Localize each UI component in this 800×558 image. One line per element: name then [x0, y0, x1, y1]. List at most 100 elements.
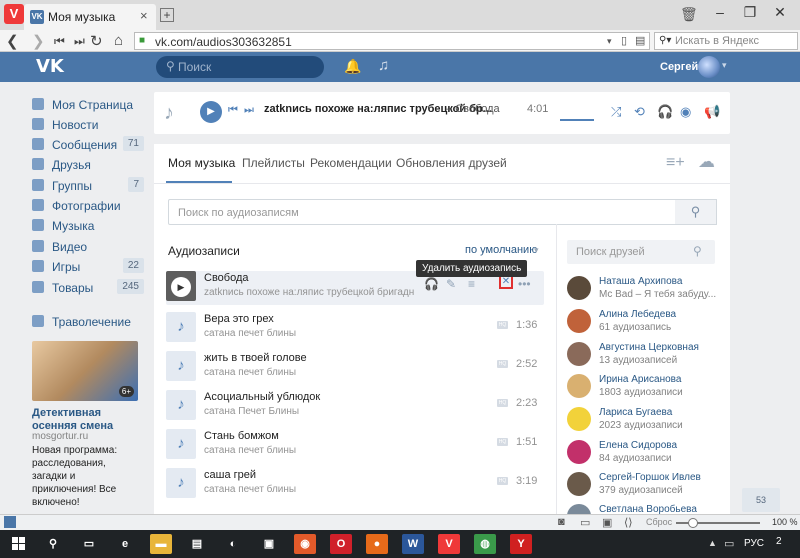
friend-item[interactable]: Елена Сидорова 84 аудиозаписи — [567, 440, 717, 472]
headphones-icon[interactable]: 🎧 — [657, 104, 673, 120]
friend-name[interactable]: Алина Лебедева — [599, 309, 676, 320]
edit-icon[interactable]: ✎ — [446, 277, 456, 291]
zoom-reset[interactable]: Сброс — [646, 517, 672, 527]
code-icon[interactable]: ⟨⟩ — [624, 516, 633, 529]
friend-search-input[interactable]: Поиск друзей ⚲ — [567, 240, 715, 264]
audio-search-input[interactable]: Поиск по аудиозаписям ⚲ — [168, 199, 717, 225]
app3-app-icon[interactable]: ◉ — [294, 534, 316, 554]
forward-icon[interactable]: ❯ — [32, 32, 45, 50]
yandex-app-icon[interactable]: Y — [510, 534, 532, 554]
friend-name[interactable]: Ирина Арисанова — [599, 374, 681, 385]
vk-logo[interactable]: VK — [36, 56, 64, 77]
sidebar-item-music[interactable]: Музыка — [32, 216, 144, 236]
friend-item[interactable]: Наташа Архипова Mc Bad – Я тебя забуду... — [567, 276, 717, 308]
search-engine-field[interactable]: ⚲▾ Искать в Яндекс — [654, 32, 798, 50]
friend-name[interactable]: Елена Сидорова — [599, 440, 677, 451]
chevron-down-icon[interactable]: ▾ — [722, 60, 727, 71]
track-artist[interactable]: сатана печет блины — [204, 328, 296, 339]
tray-expand-icon[interactable]: ▲ — [708, 538, 717, 548]
music-note-icon[interactable]: ♪ — [166, 351, 196, 381]
ad-title[interactable]: Детективная осенняя смена — [32, 407, 142, 433]
home-icon[interactable]: ⌂ — [114, 32, 123, 49]
explorer-app-icon[interactable]: ▬ — [150, 534, 172, 554]
upload-icon[interactable]: ☁ — [698, 152, 715, 172]
broadcast-icon[interactable]: ◉ — [680, 104, 691, 120]
close-window-button[interactable]: ✕ — [768, 4, 792, 21]
back-icon[interactable]: ❮ — [6, 32, 19, 50]
add-playlist-icon[interactable]: ≡+ — [666, 154, 685, 172]
language-indicator[interactable]: РУС — [744, 538, 764, 549]
search-engine-icon[interactable]: ⚲▾ — [659, 35, 671, 46]
track-artist[interactable]: zatknись похоже на:ляпис трубецкой брига… — [204, 287, 414, 298]
user-name[interactable]: Сергей — [660, 61, 698, 73]
chrome-app-icon[interactable]: ◍ — [474, 534, 496, 554]
friend-name[interactable]: Лариса Бугаева — [599, 407, 672, 418]
friend-name[interactable]: Светлана Воробьева — [599, 504, 697, 514]
tab-recommendations[interactable]: Рекомендации — [310, 156, 392, 170]
tile-icon[interactable]: ▭ — [580, 516, 590, 529]
maximize-button[interactable]: ❐ — [738, 4, 762, 21]
track-artist[interactable]: сатана печет блины — [204, 367, 296, 378]
chevron-down-icon[interactable]: ▾ — [534, 245, 539, 256]
vivaldi-app-icon[interactable]: V — [438, 534, 460, 554]
music-note-icon[interactable]: ♪ — [166, 468, 196, 498]
reader-icon[interactable]: ▤ — [635, 34, 645, 47]
edge-app-icon[interactable]: e — [114, 534, 136, 554]
track-row[interactable]: ♪ Вера это грех сатана печет блины HQ 1:… — [166, 312, 544, 346]
sort-dropdown[interactable]: по умолчанию — [465, 244, 537, 256]
taskview-app-icon[interactable]: ▭ — [78, 534, 100, 554]
friend-name[interactable]: Наташа Архипова — [599, 276, 682, 287]
avatar[interactable] — [567, 504, 591, 514]
volume-slider[interactable] — [560, 119, 594, 121]
panel-toggle-icon[interactable] — [4, 516, 16, 528]
avatar[interactable] — [567, 472, 591, 496]
avatar[interactable] — [567, 276, 591, 300]
trash-icon[interactable]: 🗑 — [680, 6, 698, 23]
rewind-icon[interactable]: ⏮ — [54, 34, 65, 49]
track-artist[interactable]: сатана печет блины — [204, 445, 296, 456]
friend-item[interactable]: Светлана Воробьева — [567, 504, 717, 514]
repeat-icon[interactable]: ⟲ — [634, 104, 645, 120]
track-row[interactable]: ♪ саша грей сатана печет блины HQ 3:19 — [166, 468, 544, 502]
vivaldi-menu-icon[interactable]: V — [4, 4, 24, 24]
reload-icon[interactable]: ↻ — [90, 32, 103, 50]
minimize-button[interactable]: – — [708, 4, 732, 20]
track-row[interactable]: ♪ жить в твоей голове сатана печет блины… — [166, 351, 544, 385]
sidebar-item-group-link[interactable]: Траволечение — [32, 312, 144, 332]
music-note-icon[interactable]: ♪ — [166, 312, 196, 342]
image-icon[interactable]: ▣ — [602, 516, 612, 529]
bell-icon[interactable]: 🔔 — [344, 58, 361, 75]
friend-item[interactable]: Лариса Бугаева 2023 аудиозаписи — [567, 407, 717, 439]
sidebar-item-news[interactable]: Новости — [32, 115, 144, 135]
track-artist[interactable]: сатана печет блины — [204, 484, 296, 495]
tab-friends-updates[interactable]: Обновления друзей — [396, 156, 507, 170]
sidebar-item-photos[interactable]: Фотографии — [32, 196, 144, 216]
music-note-icon[interactable]: ♪ — [166, 390, 196, 420]
store-app-icon[interactable]: ▤ — [186, 534, 208, 554]
sidebar-item-video[interactable]: Видео — [32, 237, 144, 257]
avatar[interactable] — [567, 374, 591, 398]
friend-item[interactable]: Августина Церковная 13 аудиозаписей — [567, 342, 717, 374]
tab-close-icon[interactable]: × — [140, 8, 148, 23]
sidebar-item-groups[interactable]: Группы 7 — [32, 176, 144, 196]
notifications-icon[interactable]: 2 — [776, 536, 782, 547]
sidebar-item-goods[interactable]: Товары 245 — [32, 278, 144, 298]
camera-icon[interactable]: ◙ — [558, 516, 565, 528]
music-note-icon[interactable]: ♪ — [166, 429, 196, 459]
delete-icon[interactable]: ✕ — [499, 275, 513, 289]
fast-forward-icon[interactable]: ⏭ — [74, 34, 85, 49]
url-dropdown-icon[interactable]: ▾ — [607, 36, 612, 47]
scroll-counter-badge[interactable]: 53 — [742, 488, 780, 512]
tab-my-music[interactable]: VK Моя музыка × — [24, 4, 156, 30]
megaphone-icon[interactable]: 📢 — [704, 104, 720, 120]
search-app-icon[interactable]: ⚲ — [42, 534, 64, 554]
add-to-playlist-icon[interactable]: ≡ — [468, 277, 475, 291]
network-icon[interactable]: ▭ — [724, 537, 734, 550]
friend-name[interactable]: Сергей-Горшок Ивлев — [599, 472, 701, 483]
avatar[interactable] — [567, 342, 591, 366]
track-artist[interactable]: сатана Печет Блины — [204, 406, 299, 417]
more-icon[interactable]: ••• — [518, 277, 531, 291]
avatar[interactable] — [567, 407, 591, 431]
next-track-icon[interactable]: ⏭ — [244, 104, 254, 117]
headphones-icon[interactable]: 🎧 — [424, 277, 439, 291]
